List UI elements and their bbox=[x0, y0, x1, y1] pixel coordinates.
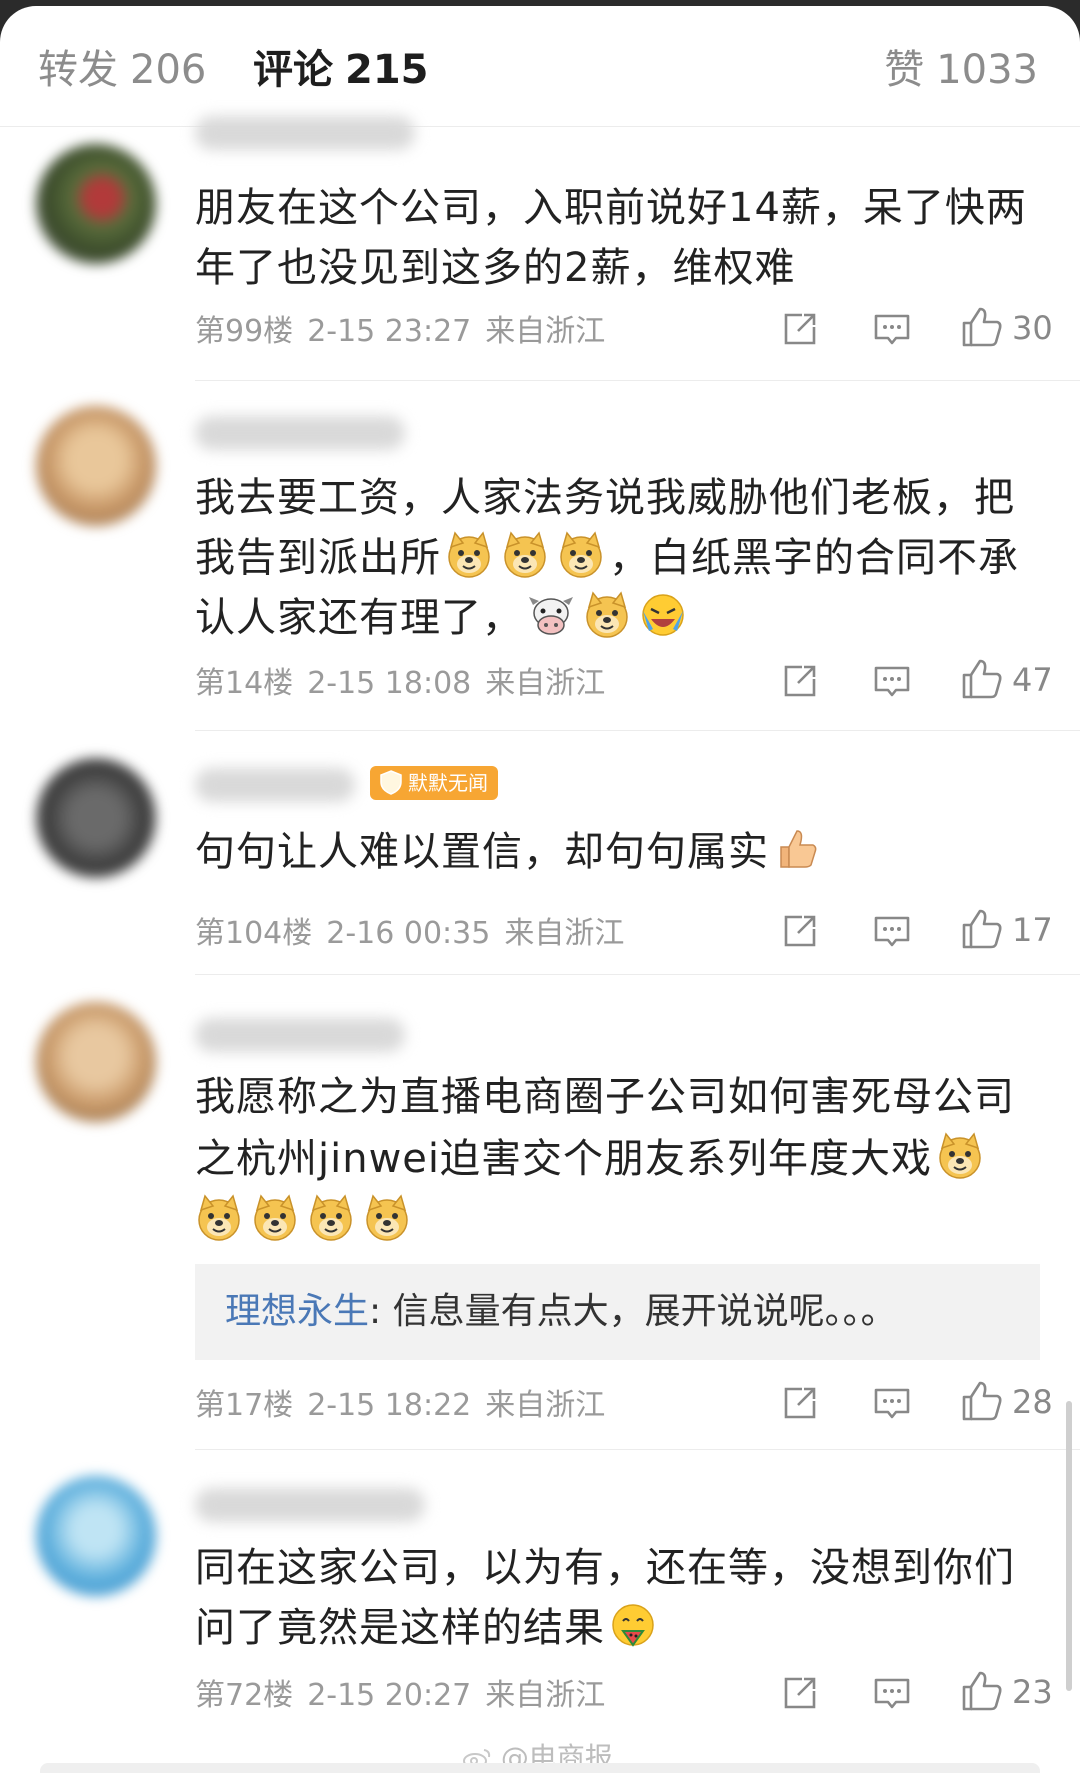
tab-comments-count: 215 bbox=[345, 47, 429, 93]
floor-number: 第72楼 bbox=[195, 1678, 294, 1713]
divider bbox=[195, 380, 1080, 381]
thumbs-up-icon[interactable] bbox=[960, 657, 1004, 701]
thumbs-up-icon[interactable] bbox=[960, 1379, 1004, 1423]
avatar[interactable] bbox=[36, 406, 156, 526]
comment-time: 2-15 18:08 bbox=[307, 666, 472, 701]
floor-number: 第17楼 bbox=[195, 1388, 294, 1423]
share-icon[interactable] bbox=[780, 911, 820, 951]
username-blurred[interactable] bbox=[195, 768, 355, 802]
comment-icon[interactable] bbox=[872, 1383, 912, 1423]
divider bbox=[195, 1449, 1080, 1450]
share-icon[interactable] bbox=[780, 309, 820, 349]
comment-text: 我愿称之为直播电商圈子公司如何害死母公司之杭州jinwei迫害交个朋友系列年度大… bbox=[195, 1066, 1045, 1252]
comment-text: 我去要工资，人家法务说我威胁他们老板，把我告到派出所 ，白纸黑字的合同不承认人家还… bbox=[195, 468, 1045, 648]
reply-preview[interactable]: 理想永生: 信息量有点大，展开说说呢。。。 bbox=[195, 1264, 1040, 1360]
comment-text-part: 句句让人难以置信，却句句属实 bbox=[195, 829, 769, 875]
bottom-input-bar[interactable] bbox=[40, 1763, 1040, 1773]
tab-reposts[interactable]: 转发 206 bbox=[38, 42, 206, 98]
tab-comments-label: 评论 bbox=[253, 47, 333, 93]
comment-meta: 第99楼 2-15 23:27 来自浙江 bbox=[195, 312, 619, 352]
comment-time: 2-15 23:27 bbox=[307, 314, 472, 349]
like-count: 30 bbox=[1012, 309, 1053, 347]
comment-location: 来自浙江 bbox=[485, 314, 606, 349]
reply-author[interactable]: 理想永生 bbox=[225, 1291, 369, 1332]
doge-emoji-icon bbox=[363, 1194, 411, 1242]
doge-emoji-icon bbox=[195, 1194, 243, 1242]
like-count: 23 bbox=[1012, 1673, 1053, 1711]
username-blurred[interactable] bbox=[195, 416, 405, 450]
thumbs-up-emoji-icon bbox=[773, 825, 821, 873]
tab-header: 转发 206 评论 215 赞 1033 bbox=[0, 6, 1080, 127]
tab-likes[interactable]: 赞 1033 bbox=[884, 42, 1038, 98]
avatar[interactable] bbox=[36, 758, 156, 878]
comment-meta: 第17楼 2-15 18:22 来自浙江 bbox=[195, 1386, 619, 1426]
comment-location: 来自浙江 bbox=[485, 666, 606, 701]
floor-number: 第14楼 bbox=[195, 666, 294, 701]
comment-time: 2-15 20:27 bbox=[307, 1678, 472, 1713]
share-icon[interactable] bbox=[780, 1673, 820, 1713]
avatar[interactable] bbox=[36, 144, 156, 264]
divider bbox=[195, 974, 1080, 975]
username-blurred[interactable] bbox=[195, 1488, 425, 1522]
badge-label: 默默无闻 bbox=[408, 771, 488, 795]
comment-location: 来自浙江 bbox=[485, 1678, 606, 1713]
cow-emoji-icon bbox=[527, 591, 575, 639]
doge-emoji-icon bbox=[501, 531, 549, 579]
comment-actions: 47 bbox=[780, 661, 1053, 707]
thumbs-up-icon[interactable] bbox=[960, 1669, 1004, 1713]
username-blurred[interactable] bbox=[195, 116, 415, 150]
comment-time: 2-15 18:22 bbox=[307, 1388, 472, 1423]
comment-meta: 第72楼 2-15 20:27 来自浙江 bbox=[195, 1676, 619, 1716]
thumbs-up-icon[interactable] bbox=[960, 305, 1004, 349]
doge-emoji-icon bbox=[251, 1194, 299, 1242]
tab-reposts-count: 206 bbox=[130, 47, 207, 93]
comment-text-part: 我愿称之为直播电商圈子公司如何害死母公司之杭州jinwei迫害交个朋友系列年度大… bbox=[195, 1074, 1015, 1182]
like-count: 17 bbox=[1012, 911, 1053, 949]
doge-emoji-icon bbox=[936, 1132, 984, 1180]
like-count: 47 bbox=[1012, 661, 1053, 699]
comment-location: 来自浙江 bbox=[504, 916, 625, 951]
comment-icon[interactable] bbox=[872, 911, 912, 951]
floor-number: 第99楼 bbox=[195, 314, 294, 349]
avatar[interactable] bbox=[36, 1002, 156, 1122]
tab-comments[interactable]: 评论 215 bbox=[253, 42, 429, 98]
user-badge: 默默无闻 bbox=[370, 766, 498, 800]
scrollbar[interactable] bbox=[1066, 1401, 1072, 1691]
watermelon-emoji-icon bbox=[609, 1601, 657, 1649]
comment-icon[interactable] bbox=[872, 309, 912, 349]
comment-actions: 23 bbox=[780, 1673, 1053, 1719]
comment-actions: 30 bbox=[780, 309, 1053, 355]
tab-likes-count: 1033 bbox=[936, 47, 1038, 93]
share-icon[interactable] bbox=[780, 1383, 820, 1423]
comment-location: 来自浙江 bbox=[485, 1388, 606, 1423]
comment-actions: 28 bbox=[780, 1383, 1053, 1429]
shield-icon bbox=[380, 770, 402, 795]
doge-emoji-icon bbox=[307, 1194, 355, 1242]
avatar[interactable] bbox=[36, 1476, 156, 1596]
comment-meta: 第14楼 2-15 18:08 来自浙江 bbox=[195, 664, 619, 704]
comment-text: 句句让人难以置信，却句句属实 bbox=[195, 822, 1045, 882]
doge-emoji-icon bbox=[445, 531, 493, 579]
comment-meta: 第104楼 2-16 00:35 来自浙江 bbox=[195, 914, 638, 954]
comment-text: 朋友在这个公司，入职前说好14薪，呆了快两年了也没见到这多的2薪，维权难 bbox=[195, 185, 1027, 291]
doge-emoji-icon bbox=[557, 531, 605, 579]
comment-text-part: 同在这家公司，以为有，还在等，没想到你们问了竟然是这样的结果 bbox=[195, 1545, 1015, 1651]
comments-panel: 转发 206 评论 215 赞 1033 朋友在这个公司，入职前说好14薪，呆了快两年… bbox=[0, 6, 1080, 1773]
comment-actions: 17 bbox=[780, 911, 1053, 957]
comment-time: 2-16 00:35 bbox=[326, 916, 491, 951]
like-count: 28 bbox=[1012, 1383, 1053, 1421]
comment-text: 同在这家公司，以为有，还在等，没想到你们问了竟然是这样的结果 bbox=[195, 1538, 1045, 1658]
reply-text: : 信息量有点大，展开说说呢。。。 bbox=[369, 1291, 897, 1332]
thumbs-up-icon[interactable] bbox=[960, 907, 1004, 951]
doge-emoji-icon bbox=[583, 591, 631, 639]
divider bbox=[195, 730, 1080, 731]
share-icon[interactable] bbox=[780, 661, 820, 701]
username-blurred[interactable] bbox=[195, 1018, 405, 1052]
laugh-cry-emoji-icon bbox=[639, 591, 687, 639]
floor-number: 第104楼 bbox=[195, 916, 313, 951]
comment-icon[interactable] bbox=[872, 1673, 912, 1713]
tab-likes-label: 赞 bbox=[884, 47, 925, 93]
comment-icon[interactable] bbox=[872, 661, 912, 701]
tab-reposts-label: 转发 bbox=[38, 47, 118, 93]
